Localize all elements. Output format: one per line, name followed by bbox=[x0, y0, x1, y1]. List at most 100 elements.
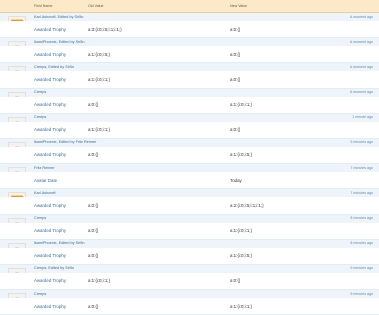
entry-old-value: a:1:{i:0;i:5;} bbox=[88, 51, 110, 57]
entry-change-row: Awarded Trophy a:0:{} a:1:{i:0;i:5;} bbox=[0, 146, 379, 163]
entry-meta-bar: ikamiPhoenix, Edited by Sir5n A moment ag… bbox=[0, 38, 379, 47]
entry-timestamp[interactable]: 1 minute ago bbox=[352, 115, 373, 119]
entry-meta-bar: Creeps 8 minutes ago bbox=[0, 214, 379, 223]
entry-old-value: a:0:{} bbox=[88, 152, 99, 158]
log-entry: ikamiPhoenix, Edited by Sir5n A moment ag… bbox=[0, 38, 379, 64]
entry-meta-bar: Creeps A moment ago bbox=[0, 88, 379, 97]
log-entry: Creeps, Edited by Sir5n 9 minutes ago Awar… bbox=[0, 264, 379, 291]
entry-author-link[interactable]: Creeps, Edited by Sir5n bbox=[34, 266, 74, 270]
entry-author-link[interactable]: Creeps bbox=[34, 90, 46, 94]
entry-meta-bar: Fritz Reimer 7 minutes ago bbox=[0, 164, 379, 173]
log-entry: Karl Ashcroft, Edited by Sir5n A moment a… bbox=[0, 13, 379, 39]
log-entry: Fritz Reimer 7 minutes ago Avatar Date Toda… bbox=[0, 164, 379, 190]
entry-timestamp[interactable]: A moment ago bbox=[350, 90, 373, 94]
entry-author-link[interactable]: ikamiPhoenix, Edited by Sir5n bbox=[34, 241, 84, 245]
entry-timestamp[interactable]: A moment ago bbox=[350, 65, 373, 69]
log-entry: Creeps 1 minute ago Awarded Trophy a:1:{i:0… bbox=[0, 113, 379, 139]
entry-change-row: Awarded Trophy a:1:{i:0;i:1;} a:0:{} bbox=[0, 121, 379, 138]
entry-author-link[interactable]: Karl Ashcroft, Edited by Sir5n bbox=[34, 15, 83, 19]
entry-field-name: Awarded Trophy bbox=[34, 152, 66, 158]
entry-timestamp[interactable]: A moment ago bbox=[350, 15, 373, 19]
entry-new-value: a:1:{i:0;i:5;} bbox=[230, 152, 252, 158]
change-log: Field Name Old Value New Value Karl Ashc… bbox=[0, 0, 379, 315]
entry-change-row: Awarded Trophy a:0:{} a:1:{i:0;i:1;} bbox=[0, 298, 379, 315]
entry-meta-bar: Creeps, Edited by Sir5n 9 minutes ago bbox=[0, 264, 379, 273]
entry-author-link[interactable]: Karl Ashcroft bbox=[34, 191, 56, 195]
log-entry: Creeps 8 minutes ago Awarded Trophy a:0:{} a… bbox=[0, 214, 379, 240]
log-entry: Karl Ashcroft 7 minutes ago Awarded Trophy… bbox=[0, 189, 379, 215]
entry-field-name: Awarded Trophy bbox=[34, 202, 66, 208]
entry-change-row: Awarded Trophy a:0:{} a:2:{i:0;i:5;i:1;i:1… bbox=[0, 197, 379, 214]
entry-new-value: a:0:{} bbox=[230, 51, 241, 57]
entry-new-value: a:0:{} bbox=[230, 127, 241, 133]
column-new-value: New Value bbox=[230, 4, 248, 8]
entry-field-name: Awarded Trophy bbox=[34, 26, 66, 32]
entry-list: Karl Ashcroft, Edited by Sir5n A moment a… bbox=[0, 13, 379, 315]
entry-old-value: a:0:{} bbox=[88, 202, 99, 208]
entry-old-value: a:0:{} bbox=[88, 253, 99, 259]
entry-change-row: Awarded Trophy a:0:{} a:1:{i:0;i:1;} bbox=[0, 96, 379, 113]
entry-change-row: Awarded Trophy a:0:{} a:1:{i:0;i:1;} bbox=[0, 222, 379, 239]
entry-author-link[interactable]: Creeps, Edited by Sir5n bbox=[34, 65, 74, 69]
entry-old-value: a:3:{i:0;i:5;i:1;i:1;} bbox=[88, 26, 122, 32]
entry-author-link[interactable]: Creeps bbox=[34, 216, 46, 220]
entry-new-value: a:1:{i:0;i:1;} bbox=[230, 102, 252, 108]
entry-meta-bar: Creeps 1 minute ago bbox=[0, 113, 379, 122]
entry-old-value: a:1:{i:0;i:1;} bbox=[88, 127, 110, 133]
entry-field-name: Avatar Date bbox=[34, 177, 58, 183]
entry-field-name: Awarded Trophy bbox=[34, 303, 66, 309]
entry-change-row: Awarded Trophy a:1:{i:0;i:1;} a:0:{} bbox=[0, 272, 379, 289]
entry-author-link[interactable]: ikamiPhoenix, Edited by Fritz Reimer bbox=[34, 140, 96, 144]
entry-change-row: Awarded Trophy a:1:{i:0;i:5;} a:0:{} bbox=[0, 46, 379, 63]
entry-meta-bar: Creeps, Edited by Sir5n A moment ago bbox=[0, 63, 379, 72]
entry-change-row: Awarded Trophy a:3:{i:0;i:5;i:1;i:1;} a:0:… bbox=[0, 21, 379, 37]
entry-new-value: Today bbox=[230, 177, 242, 183]
entry-new-value: a:1:{i:0;i:5;} bbox=[230, 253, 252, 259]
entry-field-name: Awarded Trophy bbox=[34, 76, 66, 82]
entry-meta-bar: ikamiPhoenix, Edited by Sir5n 8 minutes a… bbox=[0, 239, 379, 248]
entry-timestamp[interactable]: 7 minutes ago bbox=[350, 166, 373, 170]
entry-meta-bar: Karl Ashcroft 7 minutes ago bbox=[0, 189, 379, 198]
entry-field-name: Awarded Trophy bbox=[34, 51, 66, 57]
column-field-name: Field Name bbox=[34, 4, 53, 8]
entry-old-value: a:0:{} bbox=[88, 228, 99, 233]
entry-field-name: Awarded Trophy bbox=[34, 278, 66, 284]
entry-change-row: Avatar Date Today bbox=[0, 172, 379, 189]
entry-timestamp[interactable]: 9 minutes ago bbox=[350, 266, 373, 270]
entry-timestamp[interactable]: 7 minutes ago bbox=[350, 191, 373, 195]
log-entry: Creeps A moment ago Awarded Trophy a:0:{} a:… bbox=[0, 88, 379, 114]
log-entry: Creeps 9 minutes ago Awarded Trophy a:0:{} a… bbox=[0, 290, 379, 315]
log-entry: ikamiPhoenix, Edited by Fritz Reimer 5 mi… bbox=[0, 138, 379, 165]
column-header: Field Name Old Value New Value bbox=[0, 0, 379, 13]
entry-new-value: a:1:{i:0;i:1;} bbox=[230, 228, 252, 233]
entry-timestamp[interactable]: A moment ago bbox=[350, 40, 373, 44]
entry-change-row: Awarded Trophy a:0:{} a:1:{i:0;i:5;} bbox=[0, 247, 379, 264]
entry-author-link[interactable]: Creeps bbox=[34, 292, 46, 296]
entry-old-value: a:0:{} bbox=[88, 102, 99, 108]
entry-author-link[interactable]: Creeps bbox=[34, 115, 46, 119]
entry-new-value: a:0:{} bbox=[230, 76, 241, 82]
entry-meta-bar: ikamiPhoenix, Edited by Fritz Reimer 5 mi… bbox=[0, 138, 379, 147]
entry-new-value: a:0:{} bbox=[230, 278, 241, 284]
entry-meta-bar: Karl Ashcroft, Edited by Sir5n A moment a… bbox=[0, 13, 379, 21]
entry-change-row: Awarded Trophy a:1:{i:0;i:1;} a:0:{} bbox=[0, 71, 379, 88]
entry-author-link[interactable]: ikamiPhoenix, Edited by Sir5n bbox=[34, 40, 84, 44]
entry-old-value: a:1:{i:0;i:1;} bbox=[88, 76, 110, 82]
entry-timestamp[interactable]: 8 minutes ago bbox=[350, 216, 373, 220]
entry-field-name: Awarded Trophy bbox=[34, 127, 66, 133]
entry-timestamp[interactable]: 9 minutes ago bbox=[350, 292, 373, 296]
entry-old-value: a:1:{i:0;i:1;} bbox=[88, 278, 110, 284]
entry-new-value: a:2:{i:0;i:5;i:1;i:1;} bbox=[230, 202, 264, 208]
entry-timestamp[interactable]: 5 minutes ago bbox=[350, 140, 373, 144]
entry-meta-bar: Creeps 9 minutes ago bbox=[0, 290, 379, 299]
entry-timestamp[interactable]: 8 minutes ago bbox=[350, 241, 373, 245]
entry-new-value: a:0:{} bbox=[230, 26, 241, 32]
entry-author-link[interactable]: Fritz Reimer bbox=[34, 166, 55, 170]
log-entry: Creeps, Edited by Sir5n A moment ago Award… bbox=[0, 63, 379, 89]
entry-new-value: a:1:{i:0;i:1;} bbox=[230, 303, 252, 309]
entry-field-name: Awarded Trophy bbox=[34, 253, 66, 259]
entry-old-value: a:0:{} bbox=[88, 303, 99, 309]
entry-field-name: Awarded Trophy bbox=[34, 228, 66, 233]
log-entry: ikamiPhoenix, Edited by Sir5n 8 minutes a… bbox=[0, 239, 379, 265]
entry-field-name: Awarded Trophy bbox=[34, 102, 66, 108]
